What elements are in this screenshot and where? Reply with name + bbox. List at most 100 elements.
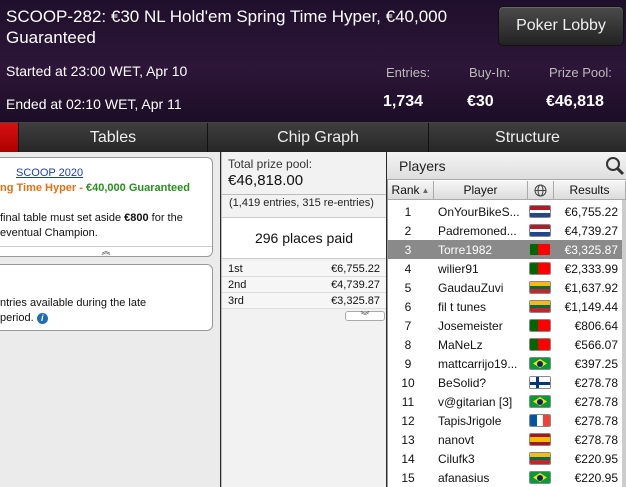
- player-result: €397.25: [574, 357, 618, 371]
- player-rank: 12: [401, 414, 415, 428]
- globe-icon: [534, 184, 547, 196]
- fr-flag-icon: [529, 414, 551, 427]
- pt-flag-icon: [529, 262, 551, 275]
- player-name: Padremoned...: [438, 224, 517, 238]
- player-rank: 1: [404, 205, 412, 219]
- player-row[interactable]: 8 MaNeLz €566.07: [388, 335, 622, 354]
- player-result: €3,325.87: [564, 243, 618, 257]
- total-prize-label: Total prize pool:: [228, 157, 313, 171]
- player-result: €566.07: [574, 338, 618, 352]
- expand-payouts-button[interactable]: ︾: [345, 311, 385, 321]
- player-row[interactable]: 3 Torre1982 €3,325.87: [388, 240, 622, 259]
- collapse-button[interactable]: ︽: [0, 246, 212, 256]
- lt-flag-icon: [529, 281, 551, 294]
- player-rank: 6: [404, 300, 412, 314]
- player-row[interactable]: 5 GaudauZuvi €1,637.92: [388, 278, 622, 297]
- hyper-text: ng Time Hyper: [0, 182, 77, 194]
- champion-note: final table must set aside €800 for the …: [0, 211, 210, 241]
- tab-tables[interactable]: Tables: [18, 123, 207, 153]
- player-result: €278.78: [574, 433, 618, 447]
- player-name: afanasius: [438, 471, 490, 485]
- entries-breakdown: (1,419 entries, 315 re-entries): [229, 197, 374, 209]
- player-name: mattcarrijo19...: [438, 357, 518, 371]
- buyin-value: €30: [467, 93, 494, 110]
- player-rank: 11: [401, 395, 415, 409]
- player-name: GaudauZuvi: [438, 281, 504, 295]
- tab-info-active[interactable]: [0, 123, 18, 153]
- players-title: Players: [399, 158, 446, 174]
- player-result: €6,755.22: [564, 205, 618, 219]
- player-row[interactable]: 11 v@gitarian [3] €278.78: [388, 392, 622, 411]
- note-text: final table must set aside: [0, 212, 125, 224]
- lt-flag-icon: [529, 300, 551, 313]
- player-name: BeSolid?: [438, 376, 487, 390]
- divider: [222, 194, 386, 195]
- player-result: €1,637.92: [564, 281, 618, 295]
- info-icon[interactable]: i: [36, 312, 48, 324]
- late-line1: ntries available during the late: [0, 297, 147, 309]
- nl-flag-icon: [529, 205, 551, 218]
- late-reg-note: ntries available during the late period.…: [0, 296, 210, 326]
- search-icon[interactable]: [604, 155, 626, 177]
- player-row[interactable]: 15 afanasius €220.95: [388, 468, 622, 487]
- player-row[interactable]: 1 OnYourBikeS... €6,755.22: [388, 202, 622, 221]
- br-flag-icon: [529, 471, 551, 484]
- player-row[interactable]: 9 mattcarrijo19... €397.25: [388, 354, 622, 373]
- player-row[interactable]: 2 Padremoned... €4,739.27: [388, 221, 622, 240]
- poker-lobby-button[interactable]: Poker Lobby: [498, 6, 624, 46]
- player-name: TapisJrigole: [438, 414, 502, 428]
- player-row[interactable]: 7 Josemeister €806.64: [388, 316, 622, 335]
- payout-amount: €3,325.87: [331, 295, 380, 307]
- note-line2: eventual Champion.: [0, 227, 98, 239]
- player-row[interactable]: 14 Cilufk3 €220.95: [388, 449, 622, 468]
- player-result: €4,739.27: [564, 224, 618, 238]
- player-row[interactable]: 6 fil t tunes €1,149.44: [388, 297, 622, 316]
- column-results[interactable]: Results: [554, 181, 626, 200]
- player-name: wilier91: [438, 262, 479, 276]
- player-name: fil t tunes: [438, 300, 487, 314]
- fi-flag-icon: [529, 376, 551, 389]
- player-rank: 7: [404, 319, 412, 333]
- players-scrollbar[interactable]: [622, 200, 626, 487]
- es-flag-icon: [529, 433, 551, 446]
- player-name: nanovt: [438, 433, 475, 447]
- player-name: Torre1982: [438, 243, 493, 257]
- player-result: €278.78: [574, 395, 618, 409]
- player-row[interactable]: 13 nanovt €278.78: [388, 430, 622, 449]
- note-amount: €800: [124, 212, 149, 224]
- br-flag-icon: [529, 357, 551, 370]
- scoop-link[interactable]: SCOOP 2020: [16, 167, 83, 179]
- player-rank: 2: [404, 224, 412, 238]
- chevron-down-icon: ︾: [360, 311, 370, 321]
- column-rank[interactable]: Rank ▲: [388, 181, 434, 200]
- tab-chip-graph[interactable]: Chip Graph: [207, 123, 428, 153]
- player-row[interactable]: 4 wilier91 €2,333.99: [388, 259, 622, 278]
- entries-label: Entries:: [386, 65, 431, 80]
- player-row[interactable]: 10 BeSolid? €278.78: [388, 373, 622, 392]
- player-row[interactable]: 12 TapisJrigole €278.78: [388, 411, 622, 430]
- tab-bar: Tables Chip Graph Structure: [0, 122, 626, 153]
- player-name: MaNeLz: [438, 338, 483, 352]
- tournament-subtitle: ng Time Hyper - €40,000 Guaranteed: [0, 182, 190, 194]
- note-text-end: for the: [148, 212, 183, 224]
- player-result: €2,333.99: [564, 262, 618, 276]
- payout-amount: €6,755.22: [331, 263, 380, 275]
- player-result: €220.95: [574, 471, 618, 485]
- br-flag-icon: [529, 395, 551, 408]
- pt-flag-icon: [529, 243, 551, 256]
- tab-structure[interactable]: Structure: [428, 123, 626, 153]
- pt-flag-icon: [529, 319, 551, 332]
- sort-up-icon: ▲: [421, 185, 430, 195]
- pt-flag-icon: [529, 338, 551, 351]
- column-player[interactable]: Player: [434, 181, 528, 200]
- places-paid: 296 places paid: [222, 217, 386, 259]
- player-rank: 10: [401, 376, 415, 390]
- prizepool-value: €46,818: [546, 93, 604, 110]
- player-rank: 4: [404, 262, 412, 276]
- column-country[interactable]: [528, 181, 554, 200]
- prizepool-label: Prize Pool:: [549, 65, 612, 80]
- player-rank: 14: [401, 452, 415, 466]
- payout-row: 3rd €3,325.87: [222, 293, 386, 309]
- buyin-label: Buy-In:: [469, 65, 511, 80]
- player-result: €806.64: [574, 319, 618, 333]
